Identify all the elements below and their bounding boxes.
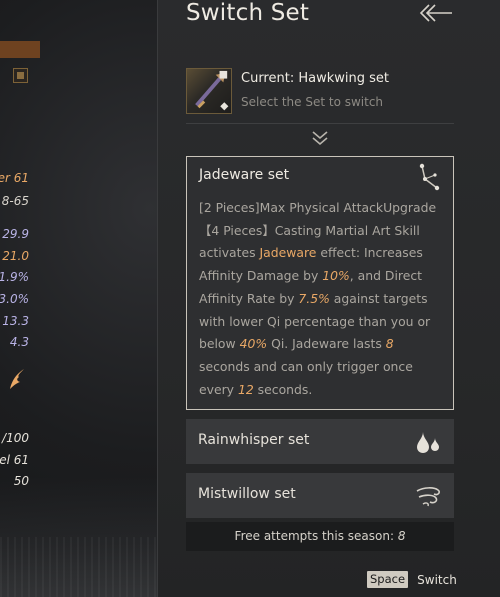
switch-set-panel: Switch Set Current: Hawkwing set Select … <box>157 0 500 597</box>
description-text: seconds. <box>253 381 313 397</box>
stat-value: /100 <box>2 431 29 445</box>
description-highlight: 40% <box>239 336 268 352</box>
set-card-title: Rainwhisper set <box>198 432 310 448</box>
stat-value: 1.9% <box>0 270 29 284</box>
water-drops-icon <box>417 432 439 453</box>
free-attempts-text: Free attempts this season: 8 <box>186 529 454 543</box>
constellation-icon <box>419 163 440 191</box>
current-set-thumbnail <box>186 68 232 114</box>
wing-icon <box>10 369 24 389</box>
switch-key-hint[interactable]: Space Switch <box>367 569 457 588</box>
switch-hint-label: Switch <box>417 572 457 587</box>
double-chevron-down-icon[interactable] <box>311 130 329 146</box>
stat-value: el 61 <box>0 453 29 467</box>
free-attempts-label: Free attempts this season: <box>234 529 398 543</box>
description-highlight: 12 <box>237 381 254 397</box>
equipment-slot-icon <box>13 68 28 83</box>
set-card-jadeware-selected[interactable]: Jadeware set [2 Pieces]Max Physical Atta… <box>186 156 454 410</box>
description-highlight: Jadeware <box>259 245 317 261</box>
background-highlight-bar <box>0 41 40 58</box>
current-set-row: Current: Hawkwing set Select the Set to … <box>186 68 456 116</box>
description-highlight: 7.5% <box>298 290 330 306</box>
current-set-subtitle: Select the Set to switch <box>241 95 384 109</box>
stat-value: 8-65 <box>1 194 29 208</box>
set-card-rainwhisper[interactable]: Rainwhisper set <box>186 419 454 464</box>
panel-title: Switch Set <box>186 0 310 26</box>
set-description: [2 Pieces]Max Physical AttackUpgrade 【4 … <box>199 197 447 401</box>
description-text: [2 Pieces]Max Physical AttackUpgrade <box>199 200 437 215</box>
description-text: Qi. Jadeware lasts <box>267 336 386 352</box>
set-card-title: Jadeware set <box>199 167 290 183</box>
stat-value: er 61 <box>0 171 29 185</box>
set-card-title: Mistwillow set <box>198 486 296 502</box>
free-attempts-box: Free attempts this season: 8 <box>186 522 454 551</box>
set-card-mistwillow[interactable]: Mistwillow set <box>186 473 454 518</box>
description-highlight: 8 <box>385 336 394 352</box>
divider <box>186 123 454 124</box>
weapon-icon <box>195 70 229 111</box>
stat-value: 29.9 <box>2 227 29 241</box>
stat-value: 13.3 <box>2 314 29 328</box>
space-key-cap: Space <box>367 571 409 588</box>
stat-value: 4.3 <box>9 335 29 349</box>
description-highlight: 10% <box>322 268 350 284</box>
stat-value: 21.0 <box>2 249 29 263</box>
stat-value: 3.0% <box>0 292 29 306</box>
free-attempts-value: 8 <box>397 529 406 543</box>
wind-swirl-icon <box>416 487 440 507</box>
current-set-title: Current: Hawkwing set <box>241 71 389 86</box>
collapse-arrows-icon[interactable] <box>418 2 454 24</box>
